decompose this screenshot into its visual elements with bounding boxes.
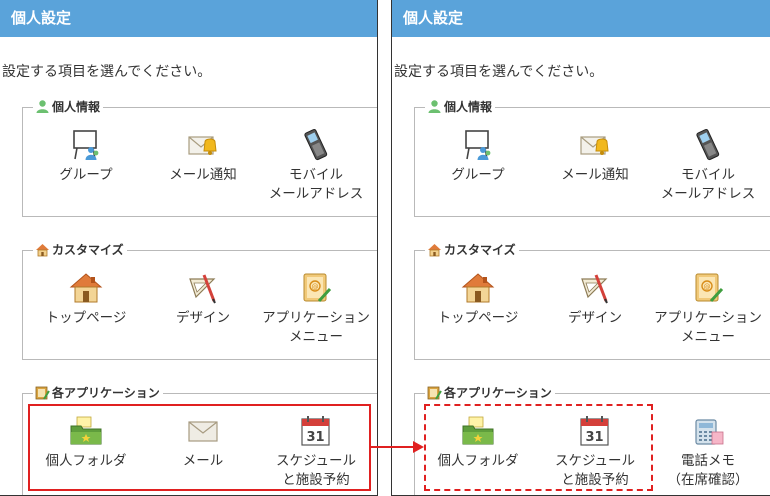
house-icon xyxy=(461,273,495,303)
item-label: トップページ xyxy=(437,310,519,326)
app-menu-icon: @ xyxy=(695,273,724,303)
section-customize: カスタマイズ トップページ デザイン @ アプリケーション メニュー xyxy=(22,241,377,360)
section-legend: 個人情報 xyxy=(33,98,104,115)
highlight-after xyxy=(424,404,653,491)
item-design[interactable]: デザイン xyxy=(143,271,263,328)
design-icon xyxy=(581,274,608,304)
phone-memo-icon xyxy=(695,419,724,445)
section-legend: 各アプリケーション xyxy=(33,384,163,401)
section-title: カスタマイズ xyxy=(52,243,124,257)
home-small-icon xyxy=(428,244,441,257)
person-icon xyxy=(428,100,441,113)
section-title: 各アプリケーション xyxy=(444,386,552,400)
item-phone-memo[interactable]: 電話メモ （在席確認） xyxy=(648,414,768,490)
item-mail-notify[interactable]: メール通知 xyxy=(143,128,263,185)
item-label: デザイン xyxy=(176,310,230,326)
svg-text:@: @ xyxy=(312,283,319,291)
intro-text: 設定する項目を選んでください。 xyxy=(2,64,212,80)
person-icon xyxy=(36,100,49,113)
item-mobile-mail-address[interactable]: モバイル メールアドレス xyxy=(256,128,376,204)
arrow-right-icon xyxy=(371,441,424,453)
item-label: モバイル メールアドレス xyxy=(268,167,364,202)
item-label: メール通知 xyxy=(561,167,629,183)
page-header: 個人設定 xyxy=(392,0,770,37)
item-group[interactable]: グループ xyxy=(26,128,146,185)
item-design[interactable]: デザイン xyxy=(535,271,655,328)
section-personal-info: 個人情報 グループ メール通知 モバイル メールアドレス xyxy=(22,98,377,217)
mail-notify-icon xyxy=(188,136,217,155)
highlight-before xyxy=(28,404,371,491)
item-label: アプリケーション メニュー xyxy=(262,310,370,345)
apps-book-icon xyxy=(427,386,442,400)
item-label: グループ xyxy=(59,167,113,183)
mobile-phone-icon xyxy=(696,129,720,161)
mail-notify-icon xyxy=(580,136,609,155)
item-top-page[interactable]: トップページ xyxy=(418,271,538,328)
item-app-menu[interactable]: @ アプリケーション メニュー xyxy=(648,271,768,347)
home-small-icon xyxy=(36,244,49,257)
item-mail-notify[interactable]: メール通知 xyxy=(535,128,655,185)
app-menu-icon: @ xyxy=(303,273,332,303)
svg-text:@: @ xyxy=(704,283,711,291)
page-header: 個人設定 xyxy=(0,0,377,37)
section-legend: 各アプリケーション xyxy=(425,384,555,401)
section-legend: カスタマイズ xyxy=(33,241,127,258)
section-title: 個人情報 xyxy=(52,100,101,114)
item-label: トップページ xyxy=(45,310,127,326)
item-label: 電話メモ （在席確認） xyxy=(667,453,749,488)
section-title: カスタマイズ xyxy=(444,243,516,257)
house-icon xyxy=(69,273,103,303)
apps-book-icon xyxy=(35,386,50,400)
item-label: アプリケーション メニュー xyxy=(654,310,762,345)
group-board-icon xyxy=(73,130,99,160)
design-icon xyxy=(189,274,216,304)
section-title: 各アプリケーション xyxy=(52,386,160,400)
item-group[interactable]: グループ xyxy=(418,128,538,185)
intro-text: 設定する項目を選んでください。 xyxy=(394,64,604,80)
group-board-icon xyxy=(465,130,491,160)
item-app-menu[interactable]: @ アプリケーション メニュー xyxy=(256,271,376,347)
item-label: グループ xyxy=(451,167,505,183)
section-legend: 個人情報 xyxy=(425,98,496,115)
mobile-phone-icon xyxy=(304,129,328,161)
item-top-page[interactable]: トップページ xyxy=(26,271,146,328)
item-mobile-mail-address[interactable]: モバイル メールアドレス xyxy=(648,128,768,204)
item-label: モバイル メールアドレス xyxy=(660,167,756,202)
item-label: デザイン xyxy=(568,310,622,326)
section-customize: カスタマイズ トップページ デザイン @ アプリケーション メニュー xyxy=(414,241,770,360)
section-title: 個人情報 xyxy=(444,100,493,114)
item-label: メール通知 xyxy=(169,167,237,183)
section-legend: カスタマイズ xyxy=(425,241,519,258)
section-personal-info: 個人情報 グループ メール通知 モバイル メールアドレス xyxy=(414,98,770,217)
